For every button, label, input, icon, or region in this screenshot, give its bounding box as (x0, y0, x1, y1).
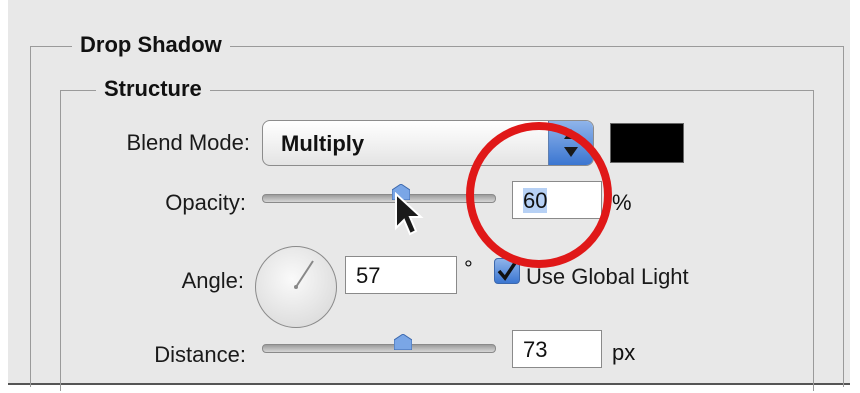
slider-thumb-icon[interactable] (393, 333, 413, 351)
mouse-pointer-icon (394, 191, 428, 243)
opacity-label: Opacity: (165, 190, 246, 215)
distance-label: Distance: (154, 342, 246, 367)
angle-unit: ° (464, 256, 473, 281)
distance-unit: px (612, 340, 636, 365)
blend-mode-label: Blend Mode: (126, 130, 250, 155)
blend-mode-value: Multiply (281, 131, 365, 156)
distance-slider[interactable] (262, 344, 496, 353)
structure-title: Structure (96, 76, 210, 102)
use-global-light-label[interactable]: Use Global Light (526, 264, 689, 290)
angle-dial[interactable] (255, 246, 337, 328)
distance-field[interactable]: 73 (512, 330, 602, 368)
distance-value: 73 (523, 337, 548, 362)
opacity-unit: % (612, 190, 632, 215)
shadow-color-swatch[interactable] (610, 123, 684, 163)
opacity-slider[interactable] (262, 194, 496, 203)
angle-label: Angle: (181, 268, 244, 293)
annotation-circle (466, 122, 612, 268)
drop-shadow-title: Drop Shadow (72, 32, 230, 58)
angle-field[interactable]: 57 (345, 256, 457, 294)
angle-value: 57 (356, 263, 381, 288)
